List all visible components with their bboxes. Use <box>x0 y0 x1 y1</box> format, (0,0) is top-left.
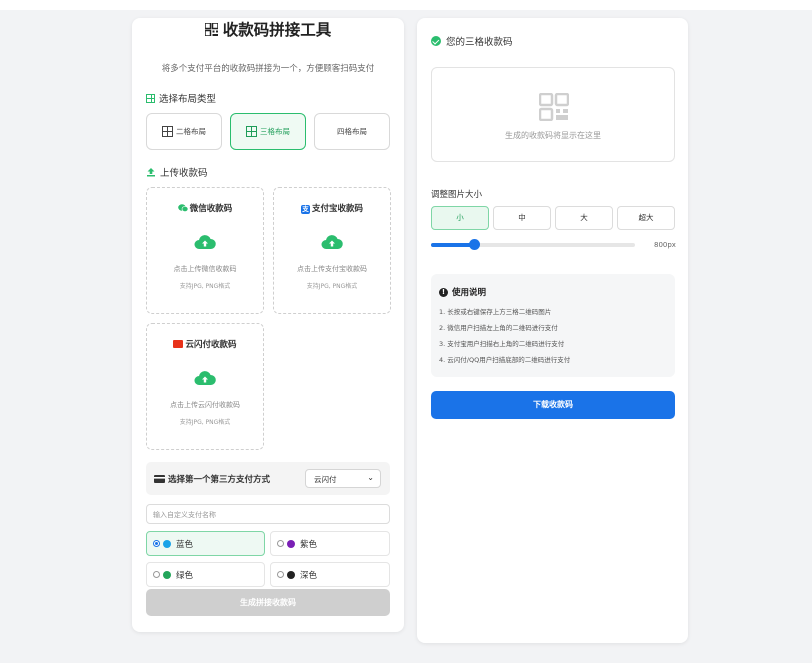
color-label: 深色 <box>300 570 318 581</box>
upload-unionpay-hint: 点击上传云闪付收款码 <box>170 401 240 409</box>
credit-card-icon <box>154 475 165 483</box>
instruction-item: 4. 云闪付/QQ用户扫描底部的二维码进行支付 <box>439 356 571 364</box>
upload-alipay-hint: 点击上传支付宝收款码 <box>297 265 367 273</box>
instructions-title-text: 使用说明 <box>452 288 487 298</box>
radio[interactable] <box>277 571 284 578</box>
qr-code-placeholder-icon <box>539 93 569 121</box>
upload-unionpay-title-text: 云闪付收款码 <box>185 340 237 350</box>
result-placeholder-text: 生成的收款码将显示在这里 <box>505 131 601 140</box>
upload-alipay-formats: 支持JPG, PNG格式 <box>306 283 358 290</box>
layout-option-label: 三格布局 <box>260 127 290 136</box>
chevron-down-icon: ⌄ <box>367 473 374 482</box>
purple-swatch <box>287 539 295 548</box>
generate-button[interactable]: 生成拼接收款码 <box>146 589 390 616</box>
upload-alipay-title-text: 支付宝收款码 <box>311 204 363 214</box>
color-label: 紫色 <box>300 539 318 550</box>
download-button[interactable]: 下载收款码 <box>431 391 675 419</box>
upload-wechat-hint: 点击上传微信收款码 <box>173 265 237 273</box>
info-icon: ! <box>439 287 448 297</box>
upload-unionpay-title: 云闪付收款码 <box>147 338 263 350</box>
green-swatch <box>163 570 171 579</box>
third-party-label: 选择第一个第三方支付方式 <box>154 473 270 485</box>
radio[interactable] <box>277 540 284 547</box>
upload-wechat-formats: 支持JPG, PNG格式 <box>179 283 231 290</box>
size-slider-handle[interactable] <box>468 239 480 250</box>
layout-option-3[interactable]: 三格布局 <box>230 113 306 150</box>
size-medium-button[interactable]: 中 <box>493 206 551 230</box>
page-title-text: 收款码拼接工具 <box>222 21 332 39</box>
page-title: 收款码拼接工具 <box>132 18 404 40</box>
layout-option-label: 二格布局 <box>176 127 206 136</box>
blue-swatch <box>163 539 171 548</box>
size-slider-fill <box>431 243 474 247</box>
size-small-button[interactable]: 小 <box>431 206 489 230</box>
instruction-item: 1. 长按或右键保存上方三格二维码图片 <box>439 308 552 316</box>
upload-icon <box>147 168 155 177</box>
color-option-blue[interactable]: 蓝色 <box>146 531 265 556</box>
cloud-upload-icon <box>194 235 216 249</box>
upload-alipay[interactable]: 支支付宝收款码 点击上传支付宝收款码 支持JPG, PNG格式 <box>273 187 391 314</box>
size-xlarge-button[interactable]: 超大 <box>617 206 675 230</box>
color-option-green[interactable]: 绿色 <box>146 562 265 587</box>
instruction-item: 3. 支付宝用户扫描右上角的二维码进行支付 <box>439 340 565 348</box>
layout-section-label: 选择布局类型 <box>146 91 216 105</box>
size-large-button[interactable]: 大 <box>555 206 613 230</box>
third-party-selected: 云闪付 <box>314 475 337 484</box>
upload-section-label: 上传收款码 <box>146 165 208 179</box>
third-party-selector: 选择第一个第三方支付方式 云闪付 ⌄ <box>146 462 390 495</box>
wechat-icon <box>177 204 189 212</box>
cloud-upload-icon <box>194 371 216 385</box>
result-header: 您的三格收款码 <box>431 34 513 48</box>
layout-option-4[interactable]: 四格布局 <box>314 113 390 150</box>
color-label: 蓝色 <box>176 539 194 550</box>
layout-option-2[interactable]: 二格布局 <box>146 113 222 150</box>
result-header-text: 您的三格收款码 <box>446 37 513 48</box>
result-preview: 生成的收款码将显示在这里 <box>431 67 675 162</box>
page-subtitle: 将多个支付平台的收款码拼接为一个，方便顾客扫码支付 <box>161 64 375 74</box>
color-option-dark[interactable]: 深色 <box>270 562 390 587</box>
instruction-item: 2. 微信用户扫描左上角的二维码进行支付 <box>439 324 558 332</box>
cloud-upload-icon <box>321 235 343 249</box>
dark-swatch <box>287 570 295 579</box>
top-band <box>0 0 812 10</box>
size-value: 800px <box>654 241 676 249</box>
color-option-purple[interactable]: 紫色 <box>270 531 390 556</box>
radio-selected[interactable] <box>153 540 160 547</box>
custom-payment-name-input[interactable]: 输入自定义支付名称 <box>146 504 390 524</box>
grid-icon <box>246 126 257 137</box>
third-party-select[interactable]: 云闪付 ⌄ <box>305 469 381 488</box>
size-label: 调整图片大小 <box>431 190 483 200</box>
upload-section-text: 上传收款码 <box>160 168 208 179</box>
alipay-icon: 支 <box>300 205 310 214</box>
qr-code-icon <box>204 23 218 36</box>
grid-icon <box>146 93 155 103</box>
third-party-label-text: 选择第一个第三方支付方式 <box>168 475 271 485</box>
layout-section-text: 选择布局类型 <box>159 94 217 105</box>
upload-unionpay[interactable]: 云闪付收款码 点击上传云闪付收款码 支持JPG, PNG格式 <box>146 323 264 450</box>
check-circle-icon <box>431 36 441 46</box>
upload-wechat-title-text: 微信收款码 <box>189 204 233 214</box>
upload-unionpay-formats: 支持JPG, PNG格式 <box>179 419 231 426</box>
upload-wechat[interactable]: 微信收款码 点击上传微信收款码 支持JPG, PNG格式 <box>146 187 264 314</box>
size-slider[interactable] <box>431 239 635 250</box>
layout-option-label: 四格布局 <box>337 127 367 136</box>
color-label: 绿色 <box>176 570 194 581</box>
grid-icon <box>162 126 173 137</box>
radio[interactable] <box>153 571 160 578</box>
upload-wechat-title: 微信收款码 <box>147 202 263 214</box>
unionpay-icon <box>173 340 184 348</box>
instructions-title: ! 使用说明 <box>439 286 486 298</box>
upload-alipay-title: 支支付宝收款码 <box>274 202 390 214</box>
instructions-panel: ! 使用说明 1. 长按或右键保存上方三格二维码图片 2. 微信用户扫描左上角的… <box>431 274 675 377</box>
